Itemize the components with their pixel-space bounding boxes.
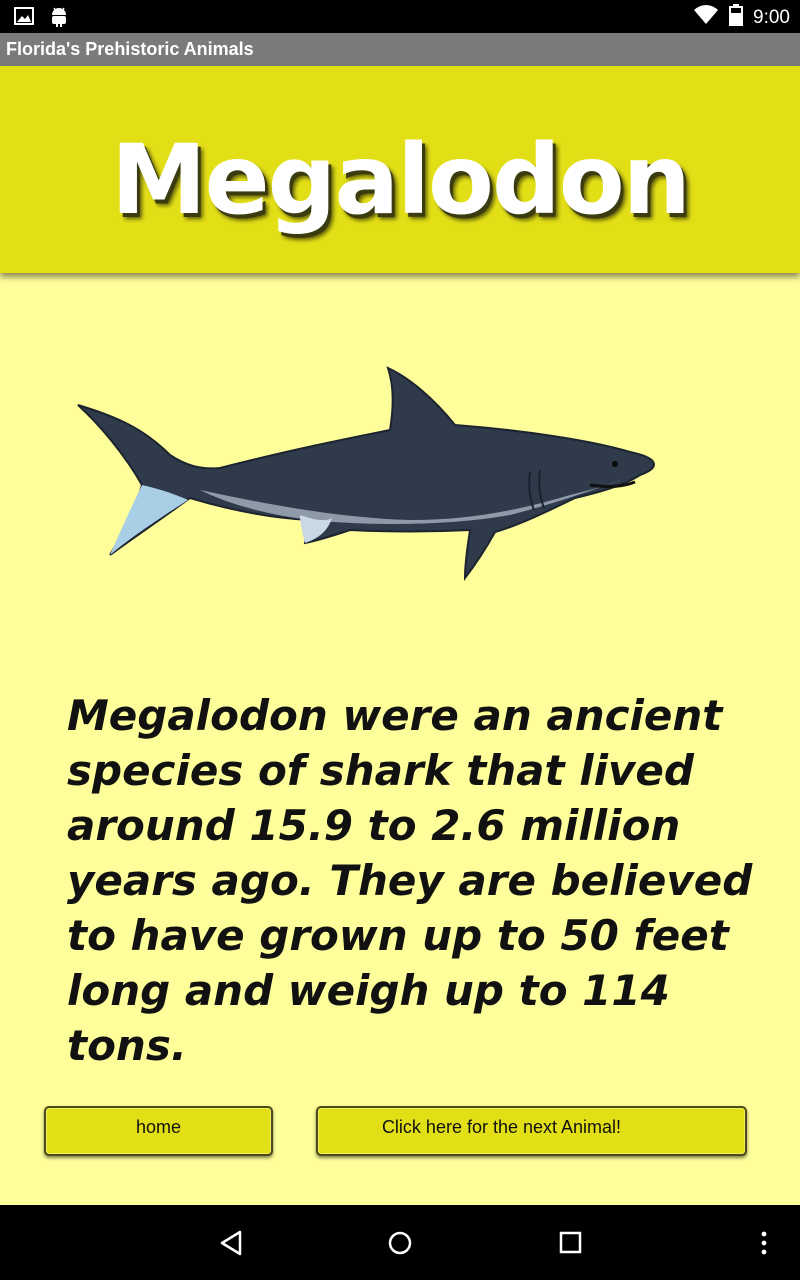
app-title-bar: Florida's Prehistoric Animals xyxy=(0,33,800,66)
menu-icon[interactable] xyxy=(756,1229,772,1262)
home-button[interactable]: home xyxy=(44,1106,273,1156)
status-bar: 9:00 xyxy=(0,0,800,33)
home-icon[interactable] xyxy=(386,1229,414,1262)
wifi-icon xyxy=(693,5,719,30)
app-title: Florida's Prehistoric Animals xyxy=(6,39,254,59)
recents-icon[interactable] xyxy=(558,1229,584,1262)
shark-illustration xyxy=(70,360,670,585)
back-icon[interactable] xyxy=(218,1229,244,1262)
navigation-bar xyxy=(0,1205,800,1280)
android-icon xyxy=(50,6,68,33)
page-title: Megalodon xyxy=(110,124,691,236)
next-animal-button[interactable]: Click here for the next Animal! xyxy=(316,1106,747,1156)
status-time: 9:00 xyxy=(753,6,790,28)
battery-icon xyxy=(729,4,744,31)
header-banner: Megalodon xyxy=(0,66,800,273)
animal-description: Megalodon were an ancient species of sha… xyxy=(67,691,753,1070)
image-icon xyxy=(14,6,34,33)
